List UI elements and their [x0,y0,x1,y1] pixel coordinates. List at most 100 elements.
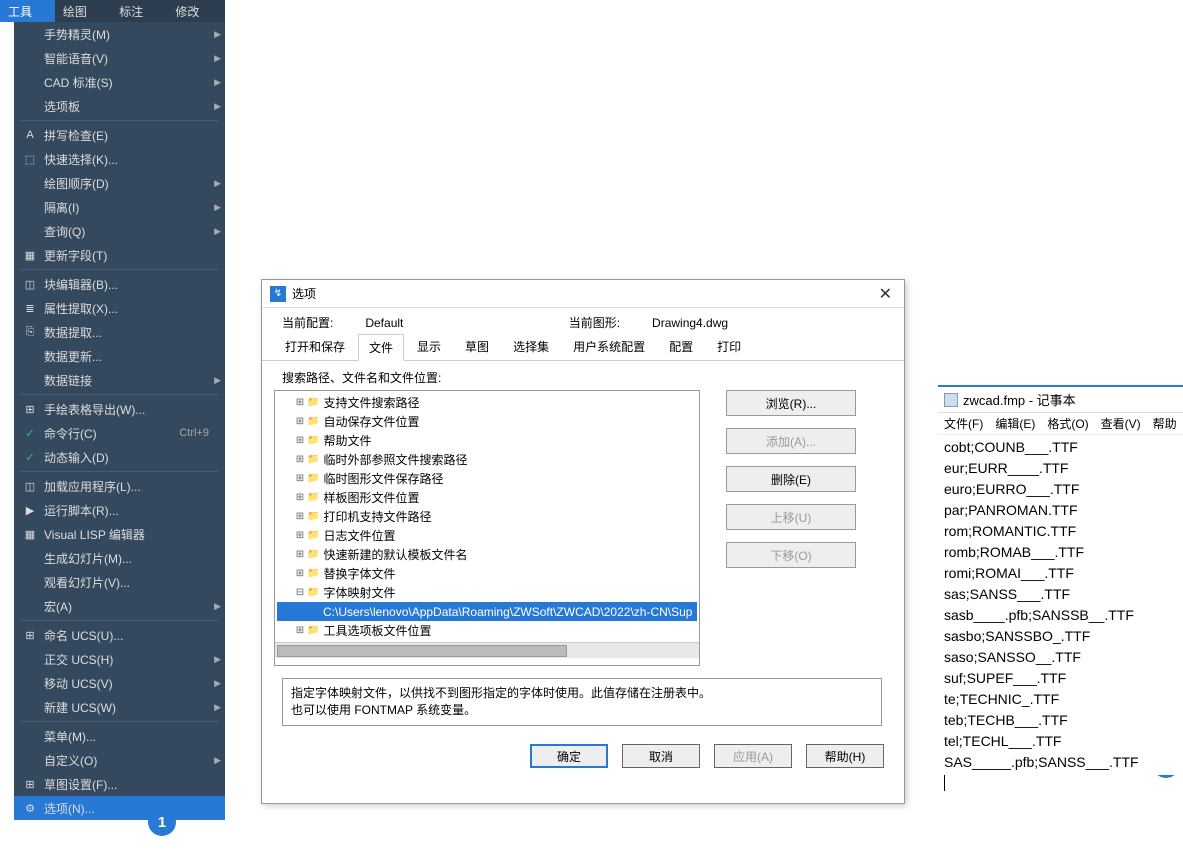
tree-node[interactable]: ⊞📁日志文件位置 [277,526,697,545]
fld-icon: ▦ [18,249,42,262]
side-button[interactable]: 添加(A)... [726,428,856,454]
menu-item[interactable]: ◫块编辑器(B)... [14,272,225,296]
notepad-body[interactable]: cobt;COUNB___.TTF eur;EURR____.TTF euro;… [938,435,1183,796]
tree-node[interactable]: ⊞📁快速新建的默认模板文件名 [277,545,697,564]
menu-item-label: 草图设置(F)... [42,776,221,793]
tree-node[interactable]: ⊞📁样板图形文件位置 [277,488,697,507]
tab-2[interactable]: 显示 [406,333,452,360]
plus-icon[interactable]: ⊞ [293,568,307,579]
menu-item[interactable]: 正交 UCS(H)▶ [14,647,225,671]
apply-button[interactable]: 应用(A) [714,744,792,768]
tree-node[interactable]: ⊞📁支持文件搜索路径 [277,393,697,412]
opt-icon: ⚙ [18,802,42,815]
menu-item[interactable]: 数据链接▶ [14,368,225,392]
menu-item[interactable]: 观看幻灯片(V)... [14,570,225,594]
plus-icon[interactable]: ⊞ [293,416,307,427]
menu-item[interactable]: 手势精灵(M)▶ [14,22,225,46]
help-button[interactable]: 帮助(H) [806,744,884,768]
plus-icon[interactable]: ⊞ [293,625,307,636]
plus-icon[interactable]: ⊞ [293,454,307,465]
menu-item[interactable]: ⚙选项(N)... [14,796,225,820]
horizontal-scrollbar[interactable] [275,642,699,658]
menu-item[interactable]: ◫加载应用程序(L)... [14,474,225,498]
menu-item[interactable]: 数据更新... [14,344,225,368]
plus-icon[interactable]: ⊞ [293,473,307,484]
tab-7[interactable]: 打印 [706,333,752,360]
folder-icon: 📁 [307,397,319,408]
tab-5[interactable]: 用户系统配置 [562,333,656,360]
menu-item[interactable]: 查询(Q)▶ [14,219,225,243]
menu-item[interactable]: 绘图顺序(D)▶ [14,171,225,195]
tree-node[interactable]: ⊞📁打印机支持文件路径 [277,507,697,526]
menu-item[interactable]: ▶运行脚本(R)... [14,498,225,522]
menubar-item[interactable]: 绘图(D) [55,0,111,22]
menu-shortcut: Ctrl+9 [179,427,221,439]
side-button[interactable]: 下移(O) [726,542,856,568]
menu-item[interactable]: ✓命令行(C)Ctrl+9 [14,421,225,445]
menu-item-label: 属性提取(X)... [42,300,221,317]
tab-3[interactable]: 草图 [454,333,500,360]
tree-node[interactable]: ⊞📁替换字体文件 [277,564,697,583]
folder-icon: 📁 [307,473,319,484]
plus-icon[interactable]: ⊞ [293,549,307,560]
menu-item[interactable]: 菜单(M)... [14,724,225,748]
plus-icon[interactable]: ⊞ [293,492,307,503]
menu-item[interactable]: ✓动态输入(D) [14,445,225,469]
menu-item[interactable]: 新建 UCS(W)▶ [14,695,225,719]
menu-item[interactable]: ⬚快速选择(K)... [14,147,225,171]
tree-leaf-selected[interactable]: C:\Users\lenovo\AppData\Roaming\ZWSoft\Z… [277,602,697,621]
chevron-right-icon: ▶ [214,202,221,213]
tree-node[interactable]: ⊞📁帮助文件 [277,431,697,450]
menu-item-label: 选项板 [42,98,221,115]
badge-1: 1 [148,808,176,836]
menu-item[interactable]: A拼写检查(E) [14,123,225,147]
tree-node[interactable]: ⊞📁临时图形文件保存路径 [277,469,697,488]
scroll-thumb[interactable] [277,645,567,657]
notepad-menu-item[interactable]: 格式(O) [1047,415,1088,432]
menu-item[interactable]: ⎘数据提取... [14,320,225,344]
menu-item[interactable]: 隔离(I)▶ [14,195,225,219]
tab-4[interactable]: 选择集 [502,333,560,360]
ok-button[interactable]: 确定 [530,744,608,768]
menu-item[interactable]: ▦Visual LISP 编辑器 [14,522,225,546]
notepad-menu-item[interactable]: 帮助 [1153,415,1177,432]
menubar-item[interactable]: 标注(N) [111,0,167,22]
menu-item-label: 命令行(C) [42,425,179,442]
folder-icon: 📁 [307,511,319,522]
minus-icon[interactable]: ⊟ [293,587,307,598]
tree-node[interactable]: ⊞📁工具选项板文件位置 [277,621,697,640]
menubar-item[interactable]: 修改(M) [167,0,225,22]
side-button[interactable]: 上移(U) [726,504,856,530]
menu-item[interactable]: ≣属性提取(X)... [14,296,225,320]
notepad-menu-item[interactable]: 文件(F) [944,415,983,432]
menu-item[interactable]: 选项板▶ [14,94,225,118]
menu-item[interactable]: ⊞草图设置(F)... [14,772,225,796]
tree-node[interactable]: ⊞📁自动保存文件位置 [277,412,697,431]
tree-node[interactable]: ⊟📁字体映射文件 [277,583,697,602]
tab-1[interactable]: 文件 [358,334,404,361]
plus-icon[interactable]: ⊞ [293,530,307,541]
tab-0[interactable]: 打开和保存 [274,333,356,360]
side-button[interactable]: 删除(E) [726,466,856,492]
menu-item[interactable]: 宏(A)▶ [14,594,225,618]
plus-icon[interactable]: ⊞ [293,511,307,522]
cancel-button[interactable]: 取消 [622,744,700,768]
plus-icon[interactable]: ⊞ [293,435,307,446]
menu-item[interactable]: ▦更新字段(T) [14,243,225,267]
tab-6[interactable]: 配置 [658,333,704,360]
close-icon[interactable]: ✕ [875,284,896,304]
menu-item[interactable]: CAD 标准(S)▶ [14,70,225,94]
notepad-menu-item[interactable]: 编辑(E) [995,415,1035,432]
menu-item[interactable]: ⊞手绘表格导出(W)... [14,397,225,421]
menu-item[interactable]: 生成幻灯片(M)... [14,546,225,570]
notepad-menu-item[interactable]: 查看(V) [1101,415,1141,432]
tree-node[interactable]: ⊞📁临时外部参照文件搜索路径 [277,450,697,469]
menubar-item[interactable]: 工具(T) [0,0,55,22]
plus-icon[interactable]: ⊞ [293,397,307,408]
menu-item[interactable]: ⊞命名 UCS(U)... [14,623,225,647]
menu-item[interactable]: 智能语音(V)▶ [14,46,225,70]
menu-item[interactable]: 自定义(O)▶ [14,748,225,772]
side-button[interactable]: 浏览(R)... [726,390,856,416]
folder-icon: 📁 [307,492,319,503]
menu-item[interactable]: 移动 UCS(V)▶ [14,671,225,695]
